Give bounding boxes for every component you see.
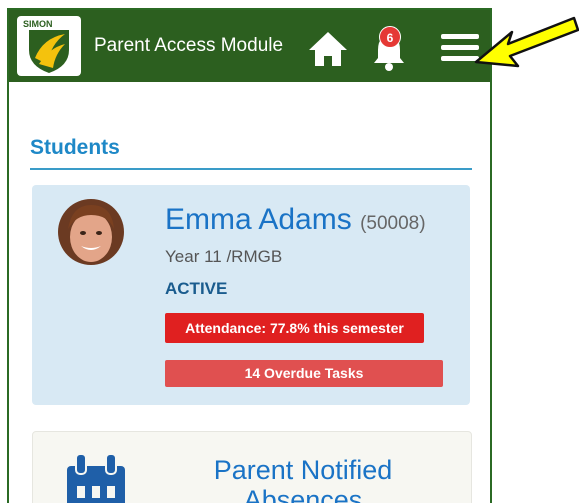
student-card[interactable]: Emma Adams (50008) Year 11 /RMGB ACTIVE … xyxy=(32,185,470,405)
home-icon xyxy=(309,32,347,66)
home-button[interactable] xyxy=(307,30,349,68)
app-title: Parent Access Module xyxy=(94,35,284,56)
absence-card-title: Parent Notified Absences xyxy=(213,455,393,503)
section-divider xyxy=(30,168,472,170)
student-photo xyxy=(58,199,124,265)
overdue-tasks-badge[interactable]: 14 Overdue Tasks xyxy=(165,360,443,387)
attendance-badge[interactable]: Attendance: 77.8% this semester xyxy=(165,313,424,343)
pointer-arrow-icon xyxy=(474,16,579,68)
calendar-icon xyxy=(67,454,125,503)
top-bar: SIMON Parent Access Module 6 xyxy=(9,10,490,82)
students-heading: Students xyxy=(30,136,120,159)
notifications-button[interactable]: 6 xyxy=(371,26,407,72)
app-frame: SIMON Parent Access Module 6 Students Em… xyxy=(7,8,492,503)
student-id: (50008) xyxy=(360,213,426,234)
school-logo[interactable]: SIMON xyxy=(17,16,81,76)
student-status: ACTIVE xyxy=(165,279,228,298)
student-name: Emma Adams xyxy=(165,203,352,236)
parent-notified-absences-card[interactable]: Parent Notified Absences xyxy=(32,431,472,503)
student-name-line[interactable]: Emma Adams (50008) xyxy=(165,203,426,237)
student-year: Year 11 /RMGB xyxy=(165,247,283,266)
shield-logo-icon xyxy=(29,30,69,73)
notification-badge: 6 xyxy=(379,26,401,48)
student-avatar[interactable] xyxy=(58,199,124,265)
